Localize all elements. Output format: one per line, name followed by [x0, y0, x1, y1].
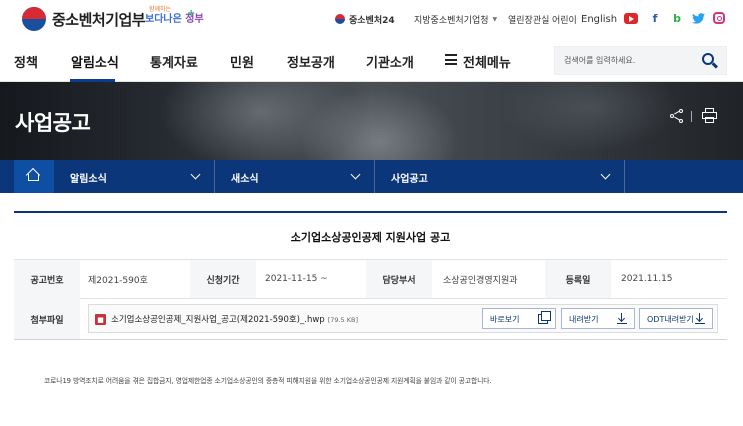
taegeuk-emblem-icon: [22, 7, 46, 31]
gnb-item-news[interactable]: 알림소식: [71, 52, 119, 71]
download-icon: [695, 313, 705, 325]
open-minister-link[interactable]: 열린장관실: [508, 12, 549, 26]
breadcrumb-level3-label: 사업공고: [391, 174, 428, 185]
article-body-text: 코로나19 방역조치로 어려움을 겪은 집합금지, 영업제한업종 소기업소상공인…: [44, 377, 492, 385]
attachment-file-size: [79.5 KB]: [327, 316, 359, 324]
twitter-icon[interactable]: [691, 11, 705, 25]
government-slogan-logo: 함께하는 보다나은 정부 +: [145, 6, 204, 32]
info-table-mid-line: [14, 298, 727, 299]
registration-date-value: 2021.11.15: [621, 274, 673, 284]
view-button-label: 바로보기: [490, 315, 520, 324]
article-top-rule: [14, 211, 727, 213]
chevron-down-icon: [600, 169, 611, 180]
search-input[interactable]: [555, 47, 695, 74]
notice-number-value: 제2021-590호: [88, 275, 148, 286]
attachment-file-name: 소기업소상공인공제_지원사업_공고(제2021-590호)_.hwp: [111, 315, 325, 325]
instagram-icon[interactable]: [713, 12, 725, 24]
caret-down-icon: ▼: [492, 15, 498, 23]
share-icon[interactable]: [670, 109, 684, 123]
sme24-icon: [335, 14, 345, 24]
chevron-down-icon: [350, 169, 361, 180]
page-title: 사업공고: [15, 111, 91, 135]
banner-divider: [691, 111, 692, 122]
search-icon[interactable]: [701, 52, 719, 70]
gnb-all-menu[interactable]: 전체메뉴: [463, 52, 511, 71]
breadcrumb-level2-dropdown[interactable]: 새소식: [215, 160, 375, 193]
logo-text: 중소벤처기업부: [52, 10, 146, 29]
attachment-file-link[interactable]: 소기업소상공인공제_지원사업_공고(제2021-590호)_.hwp [79.5 …: [111, 313, 358, 325]
download-icon: [617, 313, 627, 325]
slogan-small-text: 함께하는: [149, 6, 172, 13]
main-navigation: 정책 알림소식 통계자료 민원 정보공개 기관소개 전체메뉴: [0, 38, 743, 82]
odt-download-button[interactable]: ODT내려받기: [639, 308, 713, 329]
youtube-icon[interactable]: [624, 13, 638, 24]
breadcrumb-level3-dropdown[interactable]: 사업공고: [375, 160, 625, 193]
attachment-box: ■ 소기업소상공인공제_지원사업_공고(제2021-590호)_.hwp [79.…: [88, 304, 718, 333]
breadcrumb-level1-label: 알림소식: [70, 174, 107, 185]
hwp-file-icon: ■: [95, 314, 106, 325]
article-title: 소기업소상공인공제 지원사업 공고: [290, 231, 451, 244]
print-icon[interactable]: [702, 108, 717, 123]
department-value: 소상공인경영지원과: [443, 275, 518, 286]
department-label: 담당부서: [366, 260, 432, 298]
search-box: [554, 46, 727, 75]
home-icon[interactable]: [14, 160, 54, 193]
registration-date-label: 등록일: [545, 260, 611, 298]
kids-link[interactable]: 어린이: [552, 12, 577, 26]
breadcrumb: 알림소식 새소식 사업공고: [0, 160, 743, 193]
info-table-bottom-line: [14, 339, 727, 340]
hamburger-menu-icon[interactable]: [445, 54, 457, 65]
english-link[interactable]: English: [581, 12, 617, 26]
breadcrumb-level2-label: 새소식: [231, 174, 259, 185]
slogan-plus-icon: +: [187, 8, 196, 19]
regional-office-dropdown[interactable]: 지방중소벤처기업청 ▼: [414, 12, 497, 26]
application-period-label: 신청기간: [190, 260, 256, 298]
application-period-value: 2021-11-15 ~: [265, 274, 328, 284]
blog-icon[interactable]: b: [670, 11, 684, 25]
facebook-icon[interactable]: f: [648, 11, 662, 25]
download-button[interactable]: 내려받기: [561, 308, 635, 329]
notice-number-label: 공고번호: [14, 260, 80, 298]
ministry-logo[interactable]: 중소벤처기업부: [22, 6, 146, 32]
gnb-item-info-disclosure[interactable]: 정보공개: [287, 52, 335, 71]
top-utility-bar: 중소벤처기업부 함께하는 보다나은 정부 + 중소벤처24 지방중소벤처기업청 …: [0, 0, 743, 38]
gnb-item-civil-petition[interactable]: 민원: [230, 52, 254, 71]
breadcrumb-level1-dropdown[interactable]: 알림소식: [54, 160, 215, 193]
odt-download-button-label: ODT내려받기: [647, 315, 694, 324]
gnb-item-policy[interactable]: 정책: [14, 52, 38, 71]
gnb-item-statistics[interactable]: 통계자료: [150, 52, 198, 71]
download-button-label: 내려받기: [569, 315, 599, 324]
sme24-label: 중소벤처24: [349, 15, 395, 26]
view-button[interactable]: 바로보기: [482, 308, 556, 329]
slogan-text-1: 보다나은: [145, 14, 182, 25]
chevron-down-icon: [190, 169, 201, 180]
page-visual-banner: 사업공고: [0, 82, 743, 160]
new-window-icon: [538, 311, 551, 324]
attachment-label: 첨부파일: [14, 298, 80, 340]
gnb-item-about[interactable]: 기관소개: [366, 52, 414, 71]
sme24-link[interactable]: 중소벤처24: [335, 12, 395, 26]
regional-office-label: 지방중소벤처기업청: [414, 15, 489, 26]
